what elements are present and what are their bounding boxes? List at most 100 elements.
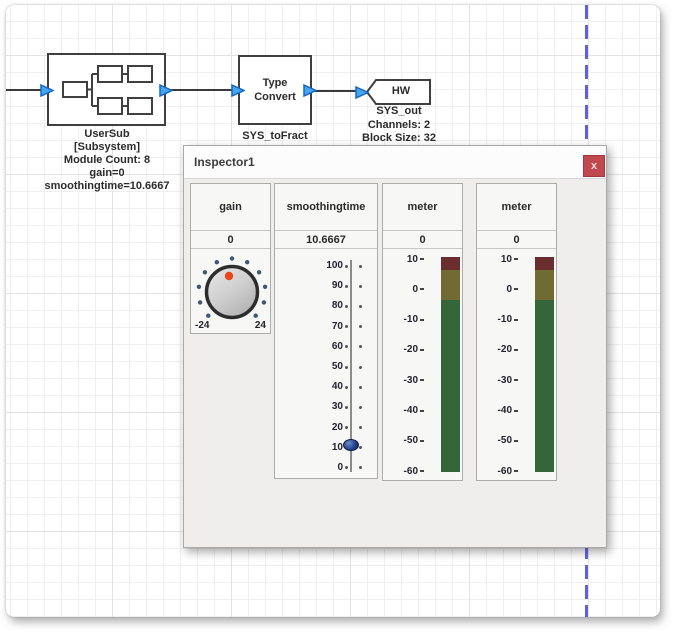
slider-tick-dot <box>359 285 362 288</box>
meter2-bar <box>535 257 554 472</box>
inspector-titlebar[interactable]: Inspector1 <box>184 146 606 179</box>
slider-tick-label: 0 <box>337 462 343 473</box>
slider-tick-dot <box>345 305 348 308</box>
slider-tick-row: 100 <box>275 256 377 276</box>
slider-tick-label: 80 <box>332 300 343 311</box>
usersub-label-line: [Subsystem] <box>17 141 197 154</box>
slider-tick-dot <box>359 386 362 389</box>
close-button[interactable]: x <box>583 155 605 177</box>
meter-tick-mark <box>514 288 518 290</box>
slider-tick-dot <box>345 426 348 429</box>
meter-tick-row: -50 <box>477 426 534 456</box>
smoothingtime-slider-area: 100 90 80 <box>275 249 377 478</box>
slider-tick-dot <box>345 265 348 268</box>
hw-input-port-icon[interactable] <box>355 86 369 99</box>
wire-typeconvert-to-hw[interactable] <box>312 90 356 92</box>
hw-label: SYS_outChannels: 2Block Size: 32 <box>339 105 459 146</box>
slider-tick-label: 60 <box>332 341 343 352</box>
inspector-title: Inspector1 <box>194 155 255 169</box>
usersub-label: UserSub[Subsystem]Module Count: 8gain=0s… <box>17 128 197 193</box>
meter-tick-label: 0 <box>412 284 418 295</box>
meter1-display-area: 10 0 -10 <box>383 249 462 480</box>
type-convert-block[interactable]: Type Convert <box>238 55 312 125</box>
meter-tick-label: -60 <box>498 466 512 477</box>
gain-knob-area: -24 24 <box>191 249 270 333</box>
meter-tick-row: -40 <box>477 395 534 425</box>
slider-tick-dot <box>359 325 362 328</box>
slider-tick-row: 80 <box>275 296 377 316</box>
gain-max-label: 24 <box>255 320 266 331</box>
type-convert-output-port-icon[interactable] <box>303 84 317 97</box>
meter-zone-green <box>535 300 554 472</box>
slider-handle[interactable] <box>343 439 359 451</box>
slider-tick-dot <box>359 305 362 308</box>
meter-tick-mark <box>514 379 518 381</box>
slider-tick-label: 100 <box>326 260 343 271</box>
usersub-output-port-icon[interactable] <box>159 84 173 97</box>
usersub-block[interactable] <box>47 53 166 126</box>
meter1-bar <box>441 257 460 472</box>
slider-tick-dot <box>359 466 362 469</box>
hw-block-text: HW <box>376 85 426 97</box>
slider-tick-label: 10 <box>332 442 343 453</box>
gain-panel-header: gain <box>191 184 270 231</box>
meter-tick-mark <box>514 470 518 472</box>
meter-zone-red <box>535 257 554 270</box>
slider-tick-dot <box>345 285 348 288</box>
slider-tick-dot <box>359 446 362 449</box>
meter-tick-label: -40 <box>498 405 512 416</box>
meter-tick-label: -30 <box>498 375 512 386</box>
meter-tick-row: -20 <box>477 335 534 365</box>
wire-usersub-to-typeconvert[interactable] <box>166 89 238 91</box>
design-canvas[interactable]: UserSub[Subsystem]Module Count: 8gain=0s… <box>6 5 660 617</box>
slider-tick-row: 30 <box>275 397 377 417</box>
meter2-panel-header: meter <box>477 184 556 231</box>
usersub-label-line: UserSub <box>17 128 197 141</box>
slider-tick-dot <box>345 325 348 328</box>
meter-tick-mark <box>420 349 424 351</box>
meter1-scale: 10 0 -10 <box>383 244 440 486</box>
slider-tick-dot <box>359 366 362 369</box>
usersub-label-line: gain=0 <box>17 167 197 180</box>
screenshot-stage: UserSub[Subsystem]Module Count: 8gain=0s… <box>0 0 677 634</box>
meter-tick-row: -20 <box>383 335 440 365</box>
meter-tick-mark <box>420 470 424 472</box>
slider-tick-dot <box>345 466 348 469</box>
meter-tick-label: -60 <box>404 466 418 477</box>
meter2-display-area: 10 0 -10 <box>477 249 556 480</box>
meter-tick-row: 10 <box>383 244 440 274</box>
type-convert-input-port-icon[interactable] <box>231 84 245 97</box>
slider-tick-row: 40 <box>275 377 377 397</box>
slider-tick-label: 40 <box>332 381 343 392</box>
slider-tick-row: 0 <box>275 458 377 478</box>
usersub-label-line: Module Count: 8 <box>17 154 197 167</box>
panel-smoothingtime: smoothingtime 10.6667 100 <box>274 183 378 479</box>
slider-tick-row: 90 <box>275 276 377 296</box>
usersub-label-line: smoothingtime=10.6667 <box>17 180 197 193</box>
meter-tick-row: 10 <box>477 244 534 274</box>
meter-tick-row: -60 <box>477 456 534 486</box>
hw-label-line: Block Size: 32 <box>339 132 459 146</box>
meter-zone-green <box>441 300 460 472</box>
meter-tick-row: -30 <box>477 365 534 395</box>
gain-knob[interactable] <box>191 249 270 331</box>
slider-tick-label: 90 <box>332 280 343 291</box>
meter-zone-olive <box>441 270 460 300</box>
meter-tick-row: 0 <box>477 274 534 304</box>
type-convert-text-line1: Type <box>263 76 288 90</box>
meter-tick-label: -10 <box>404 314 418 325</box>
slider-tick-dot <box>359 265 362 268</box>
meter-tick-mark <box>420 319 424 321</box>
meter-tick-row: 0 <box>383 274 440 304</box>
meter-tick-mark <box>514 410 518 412</box>
usersub-input-port-icon[interactable] <box>40 84 54 97</box>
meter-tick-mark <box>514 258 518 260</box>
slider-tick-row: 60 <box>275 337 377 357</box>
gain-value: 0 <box>191 231 270 249</box>
meter-tick-mark <box>514 319 518 321</box>
meter-tick-label: -40 <box>404 405 418 416</box>
meter-tick-mark <box>420 288 424 290</box>
meter-tick-mark <box>420 379 424 381</box>
slider-tick-label: 70 <box>332 321 343 332</box>
knob-indicator-dot <box>225 272 233 280</box>
